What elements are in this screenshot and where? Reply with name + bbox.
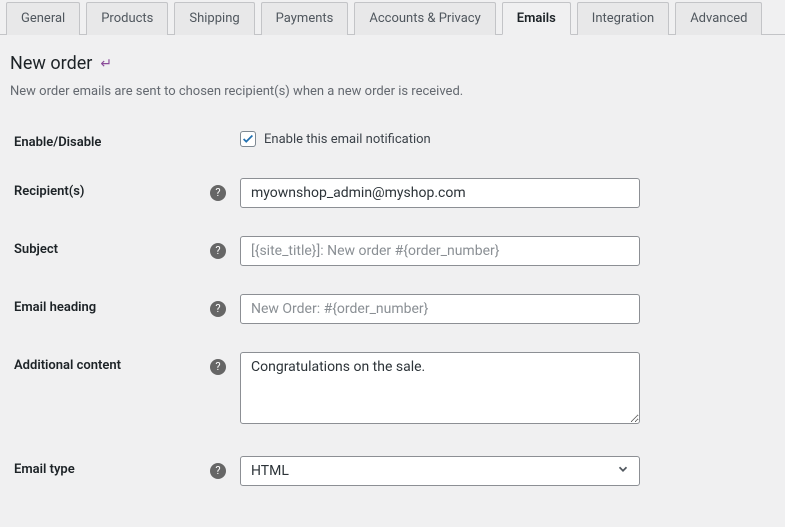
tab-shipping[interactable]: Shipping (174, 2, 254, 35)
recipients-input[interactable] (240, 178, 640, 208)
email-heading-label: Email heading (10, 294, 210, 315)
return-icon[interactable]: ↵ (100, 56, 112, 72)
additional-content-label: Additional content (10, 352, 210, 373)
subject-label: Subject (10, 236, 210, 257)
help-icon[interactable]: ? (210, 301, 226, 317)
enable-checkbox[interactable] (240, 131, 256, 147)
settings-form: Enable/Disable Enable this email notific… (0, 115, 785, 500)
tab-general[interactable]: General (6, 2, 80, 35)
tab-products[interactable]: Products (86, 2, 168, 35)
help-icon[interactable]: ? (210, 185, 226, 201)
additional-content-textarea[interactable]: Congratulations on the sale. (240, 352, 640, 424)
help-icon[interactable]: ? (210, 463, 226, 479)
help-icon[interactable]: ? (210, 243, 226, 259)
enable-checkbox-wrap[interactable]: Enable this email notification (240, 131, 640, 147)
page-description: New order emails are sent to chosen reci… (0, 80, 785, 115)
enable-checkbox-label: Enable this email notification (264, 132, 431, 147)
recipients-label: Recipient(s) (10, 178, 210, 199)
tab-emails[interactable]: Emails (502, 2, 571, 35)
subject-input[interactable] (240, 236, 640, 266)
help-icon[interactable]: ? (210, 359, 226, 375)
tab-advanced[interactable]: Advanced (675, 2, 762, 35)
enable-label: Enable/Disable (10, 129, 210, 150)
check-icon (241, 132, 255, 146)
email-type-label: Email type (10, 456, 210, 477)
email-type-select[interactable]: HTML (240, 456, 640, 486)
tab-integration[interactable]: Integration (577, 2, 669, 35)
settings-tabs: General Products Shipping Payments Accou… (0, 0, 785, 35)
email-heading-input[interactable] (240, 294, 640, 324)
tab-accounts-privacy[interactable]: Accounts & Privacy (354, 2, 495, 35)
page-title: New order (10, 53, 92, 74)
tab-payments[interactable]: Payments (261, 2, 349, 35)
